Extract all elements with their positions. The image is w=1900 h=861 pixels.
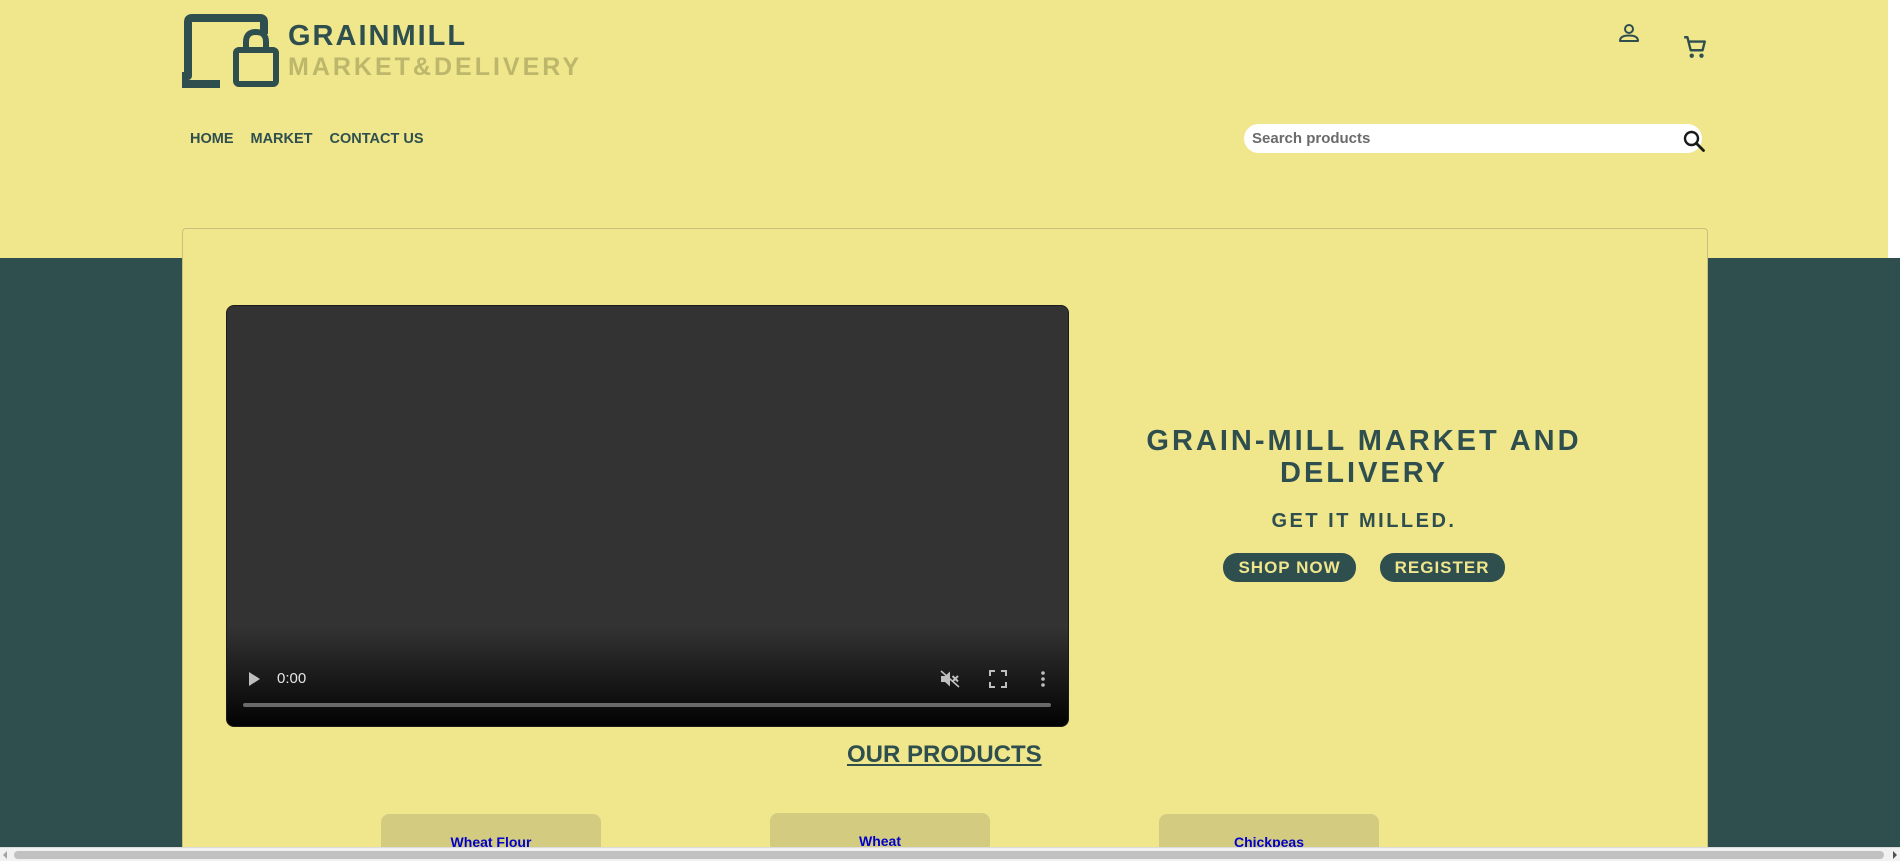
scroll-right-arrow-icon[interactable] [1893,851,1897,859]
user-icon[interactable] [1618,22,1640,46]
more-icon[interactable] [1037,670,1049,688]
search-icon[interactable] [1682,129,1706,153]
mute-icon[interactable] [940,670,960,688]
brand-subtitle: MARKET&DELIVERY [288,53,583,81]
video-progress-bar[interactable] [243,703,1051,707]
play-icon[interactable] [246,671,262,687]
register-button[interactable]: REGISTER [1379,553,1505,582]
hero-title: GRAIN-MILL MARKET AND DELIVERY [1146,425,1582,489]
scroll-left-arrow-icon[interactable] [3,851,7,859]
horizontal-scrollbar[interactable] [0,847,1900,861]
hero-text: GRAIN-MILL MARKET AND DELIVERY GET IT MI… [1100,425,1628,582]
page-edge [1888,0,1900,258]
scrollbar-thumb[interactable] [14,851,1884,859]
laptop-lock-icon [182,14,279,88]
products-heading: OUR PRODUCTS [847,741,1042,768]
nav-contact-us[interactable]: CONTACT US [330,131,424,147]
fullscreen-icon[interactable] [989,670,1007,688]
hero-buttons: SHOP NOW REGISTER [1100,553,1628,582]
video-player[interactable]: 0:00 [226,305,1069,727]
nav-market[interactable]: MARKET [251,131,313,147]
video-time: 0:00 [277,670,307,687]
cart-icon[interactable] [1682,34,1708,60]
hero-tagline: GET IT MILLED. [1271,510,1457,532]
main-nav: HOME MARKET CONTACT US [190,131,424,147]
search-input[interactable] [1244,124,1702,153]
brand-logo[interactable]: GRAINMILL MARKET&DELIVERY [182,14,582,88]
brand-title: GRAINMILL [288,20,468,52]
search-bar [1244,124,1706,153]
brand-text: GRAINMILL MARKET&DELIVERY [288,22,582,80]
shop-now-button[interactable]: SHOP NOW [1223,553,1356,582]
nav-home[interactable]: HOME [190,131,234,147]
